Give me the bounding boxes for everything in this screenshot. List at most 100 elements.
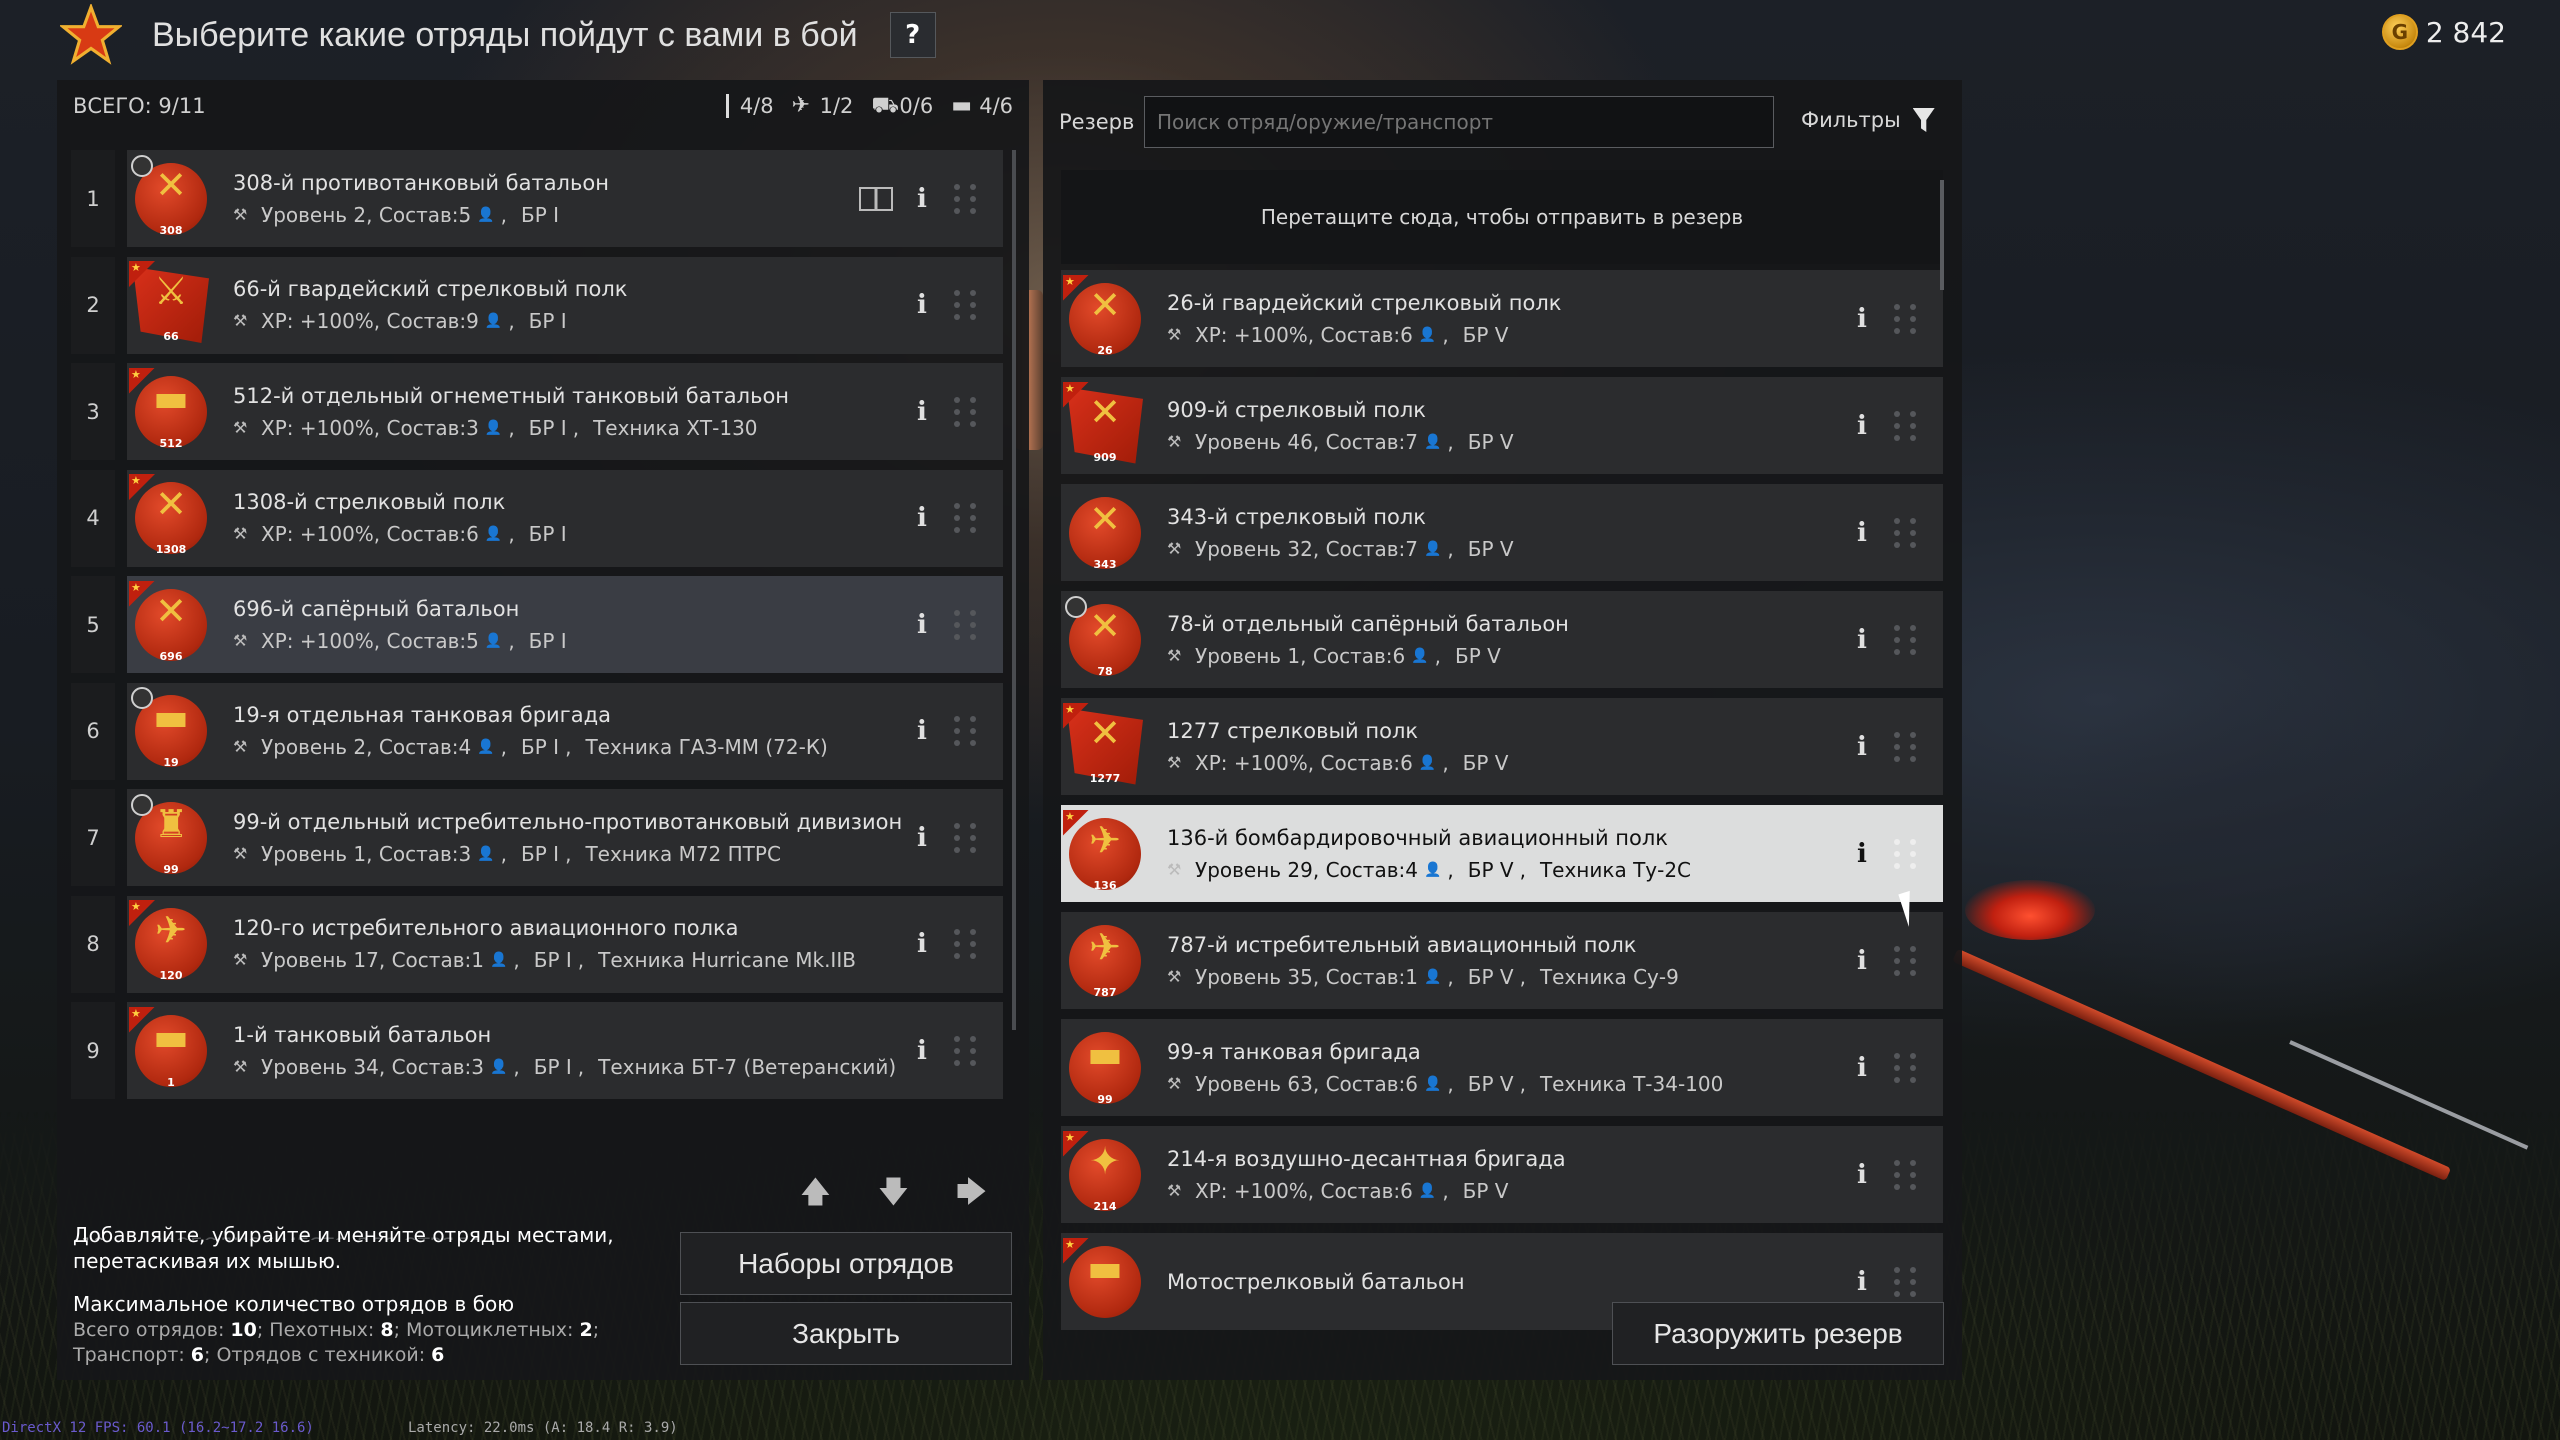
disarm-reserve-button[interactable]: Разоружить резерв [1612, 1302, 1944, 1365]
max-label: ; Мотоциклетных: [393, 1319, 580, 1341]
squad-text: 1-й танковый батальон ⚒ Уровень 34, Состав… [233, 1023, 907, 1079]
squad-card[interactable]: ✕ 308 308-й противотанковый батальон ⚒ Урове… [127, 150, 1003, 247]
squad-text: 78-й отдельный сапёрный батальон ⚒ Уровень… [1167, 612, 1847, 668]
squad-text: 136-й бомбардировочный авиационный полк ⚒… [1167, 826, 1847, 882]
roster-row[interactable]: 3 ▬ 512 ★ 512-й отдельный огнеметный танковы… [71, 363, 1003, 460]
info-icon[interactable]: i [1847, 513, 1877, 553]
arrow-up-icon[interactable]: 🡅 [800, 1178, 831, 1208]
person-icon: 👤 [484, 526, 503, 542]
roster-row[interactable]: 4 ✕ 1308 ★ 1308-й стрелковый полк ⚒ XP: +100%,… [71, 469, 1003, 567]
squad-name: 66-й гвардейский стрелковый полк [233, 277, 628, 301]
reserve-row[interactable]: ▬ 99 99-я танковая бригада ⚒ Уровень 63, Сос… [1061, 1019, 1943, 1116]
drag-handle-icon[interactable] [951, 924, 981, 964]
squad-card[interactable]: ▬ 19 19-я отдельная танковая бригада ⚒ Урове… [127, 682, 1003, 780]
squad-card[interactable]: ✕ 696 ★ 696-й сапёрный батальон ⚒ XP: +100%, … [127, 576, 1003, 673]
squad-details: ⚒ Уровень 1, Состав:6 👤, БР V [1167, 644, 1847, 668]
drag-handle-icon[interactable] [951, 605, 981, 645]
squad-stats: Уровень 1, Состав:6 [1195, 643, 1406, 668]
rifle-icon: ✕ 343 [1065, 493, 1145, 573]
drag-handle-icon[interactable] [951, 1031, 981, 1071]
drag-handle-icon[interactable] [1891, 1262, 1921, 1302]
reserve-row[interactable]: ✈ 136 ★ 136-й бомбардировочный авиационный … [1061, 805, 1943, 902]
info-icon[interactable]: i [907, 818, 937, 858]
drag-handle-icon[interactable] [1891, 406, 1921, 446]
info-icon[interactable]: i [1847, 406, 1877, 446]
roster-row[interactable]: 7 ♜ 99 99-й отдельный истребительно-противо… [71, 789, 1003, 886]
cap-plane: ✈ 1/2 [792, 94, 854, 119]
infantry-type-icon: ⚒ [1167, 324, 1182, 344]
reserve-row[interactable]: ✕ 26 ★ 26-й гвардейский стрелковый полк ⚒ XP:… [1061, 270, 1943, 367]
squad-card[interactable]: ♜ 99 99-й отдельный истребительно-противот… [127, 789, 1003, 886]
squad-presets-button[interactable]: Наборы отрядов [680, 1232, 1012, 1295]
info-icon[interactable]: i [907, 605, 937, 645]
arrow-down-icon[interactable]: 🡇 [878, 1178, 909, 1208]
reserve-row[interactable]: ✦ 214 ★ 214-я воздушно-десантная бригада ⚒ XP… [1061, 1126, 1943, 1223]
roster-row[interactable]: 6 ▬ 19 19-я отдельная танковая бригада ⚒ Уров… [71, 682, 1003, 780]
squad-card[interactable]: ▬ 1 ★ 1-й танковый батальон ⚒ Уровень 34, Сос… [127, 1002, 1003, 1099]
infantry-type-icon: ⚒ [1167, 431, 1182, 451]
drag-handle-icon[interactable] [951, 498, 981, 538]
reserve-row[interactable]: ✕ 78 78-й отдельный сапёрный батальон ⚒ Уров… [1061, 591, 1943, 688]
roster-row[interactable]: 8 ✈ 120 ★ 120-го истребительного авиационног… [71, 895, 1003, 993]
drag-handle-icon[interactable] [1891, 1155, 1921, 1195]
roster-row[interactable]: 5 ✕ 696 ★ 696-й сапёрный батальон ⚒ XP: +100%,… [71, 576, 1003, 673]
person-icon: 👤 [484, 632, 503, 649]
drag-handle-icon[interactable] [951, 285, 981, 325]
drag-handle-icon[interactable] [1891, 513, 1921, 553]
squad-details: ⚒ XP: +100%, Состав:9 👤, БР I [233, 309, 907, 333]
info-icon[interactable]: i [1847, 941, 1877, 981]
drag-handle-icon[interactable] [951, 392, 981, 432]
reserve-drop-zone[interactable]: Перетащите сюда, чтобы отправить в резер… [1061, 170, 1943, 264]
squad-vehicle: Техника Су-9 [1539, 964, 1679, 989]
squad-card[interactable]: ▬ 512 ★ 512-й отдельный огнеметный танковый… [127, 363, 1003, 460]
infantry-icon [725, 94, 732, 118]
info-icon[interactable]: i [907, 924, 937, 964]
drag-handle-icon[interactable] [1891, 299, 1921, 339]
close-button[interactable]: Закрыть [680, 1302, 1012, 1365]
drag-handle-icon[interactable] [951, 179, 981, 219]
info-icon[interactable]: i [1847, 834, 1877, 874]
tank-icon: ▬ 19 [131, 687, 211, 771]
info-icon[interactable]: i [1847, 727, 1877, 767]
reserve-row[interactable]: ✕ 1277 ★ 1277 стрелковый полк ⚒ XP: +100%, Со… [1061, 698, 1943, 795]
emblem-symbol: ✕ [1089, 389, 1121, 434]
drag-handle-icon[interactable] [1891, 941, 1921, 981]
info-icon[interactable]: i [1847, 1262, 1877, 1302]
reserve-row[interactable]: ✕ 909 ★ 909-й стрелковый полк ⚒ Уровень 46, С… [1061, 377, 1943, 474]
arrow-right-icon[interactable]: 🡆 [956, 1178, 987, 1208]
roster-row[interactable]: 2 ⚔ 66 ★ 66-й гвардейский стрелковый полк ⚒ XP… [71, 256, 1003, 354]
reserve-scrollbar[interactable] [1940, 180, 1944, 290]
squad-details: ⚒ XP: +100%, Состав:6 👤, БР I [233, 522, 907, 546]
drag-handle-icon[interactable] [951, 818, 981, 858]
help-button[interactable]: ? [889, 12, 936, 58]
info-icon[interactable]: i [907, 285, 937, 325]
roster-list: 1 ✕ 308 308-й противотанковый батальон ⚒ Уров… [71, 150, 1016, 1240]
roster-scrollbar[interactable] [1012, 150, 1016, 1030]
drag-handle-icon[interactable] [1891, 834, 1921, 874]
reserve-row[interactable]: ✕ 343 343-й стрелковый полк ⚒ Уровень 32, Со… [1061, 484, 1943, 581]
info-icon[interactable]: i [907, 1031, 937, 1071]
filters-button[interactable]: Фильтры [1801, 108, 1935, 132]
info-icon[interactable]: i [907, 392, 937, 432]
roster-row[interactable]: 9 ▬ 1 ★ 1-й танковый батальон ⚒ Уровень 34, Со… [71, 1002, 1003, 1099]
emblem-symbol: ▬ [1087, 1245, 1123, 1290]
squad-card[interactable]: ✕ 1308 ★ 1308-й стрелковый полк ⚒ XP: +100%, … [127, 469, 1003, 567]
info-icon[interactable]: i [907, 179, 937, 219]
squad-card[interactable]: ✈ 120 ★ 120-го истребительного авиационного… [127, 895, 1003, 993]
reserve-row[interactable]: ✈ 787 787-й истребительный авиационный пол… [1061, 912, 1943, 1009]
info-icon[interactable]: i [907, 498, 937, 538]
info-icon[interactable]: i [1847, 1048, 1877, 1088]
drag-handle-icon[interactable] [1891, 620, 1921, 660]
info-icon[interactable]: i [907, 711, 937, 751]
drag-handle-icon[interactable] [1891, 1048, 1921, 1088]
info-icon[interactable]: i [1847, 1155, 1877, 1195]
squad-card[interactable]: ⚔ 66 ★ 66-й гвардейский стрелковый полк ⚒ XP:… [127, 256, 1003, 354]
drag-handle-icon[interactable] [951, 711, 981, 751]
separator: , [1519, 857, 1526, 882]
info-icon[interactable]: i [1847, 299, 1877, 339]
search-input[interactable] [1144, 96, 1774, 148]
book-icon[interactable] [859, 186, 893, 211]
info-icon[interactable]: i [1847, 620, 1877, 660]
roster-row[interactable]: 1 ✕ 308 308-й противотанковый батальон ⚒ Уров… [71, 150, 1003, 247]
drag-handle-icon[interactable] [1891, 727, 1921, 767]
